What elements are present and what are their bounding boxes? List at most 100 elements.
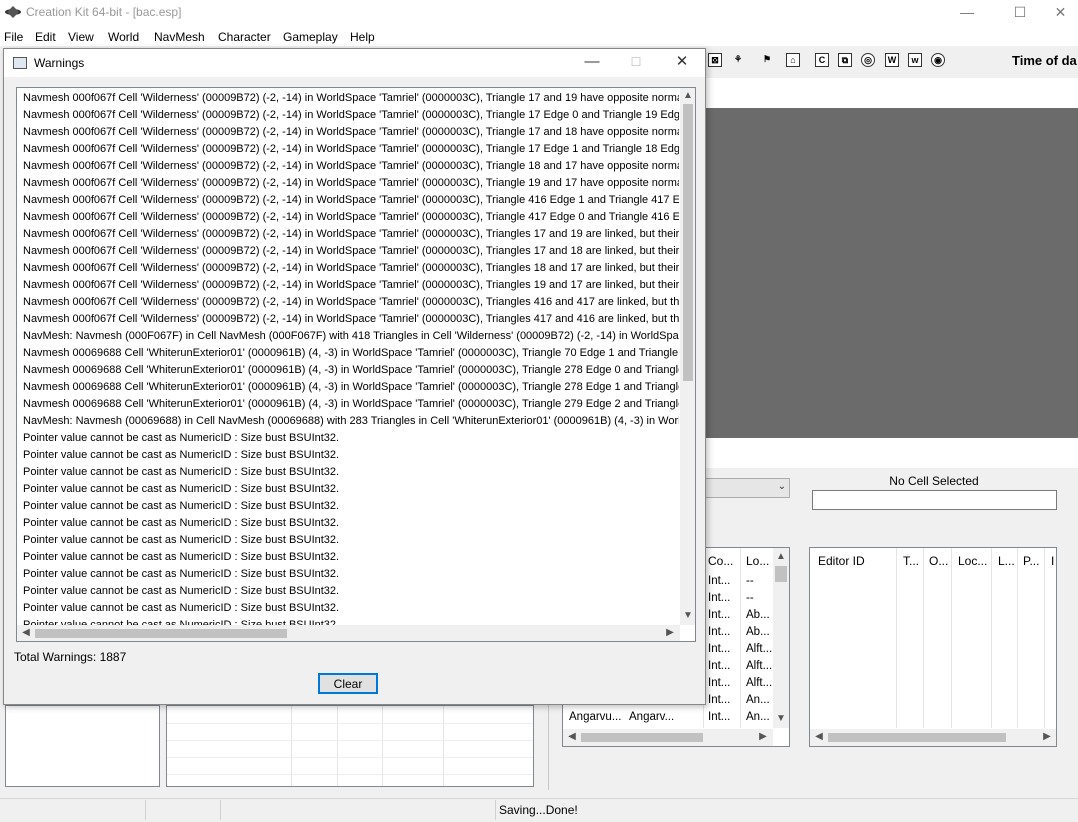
warning-line[interactable]: Navmesh 000f067f Cell 'Wilderness' (0000…	[23, 311, 679, 328]
warning-line[interactable]: Pointer value cannot be cast as NumericI…	[23, 464, 679, 481]
warning-line[interactable]: Pointer value cannot be cast as NumericI…	[23, 566, 679, 583]
scroll-up-icon[interactable]: ▲	[774, 550, 788, 564]
warning-line[interactable]: Pointer value cannot be cast as NumericI…	[23, 430, 679, 447]
warning-line[interactable]: Navmesh 000f067f Cell 'Wilderness' (0000…	[23, 90, 679, 107]
toolbar-weather-icon[interactable]: w	[908, 53, 922, 67]
clear-button[interactable]: Clear	[318, 673, 378, 694]
toolbar-markers-icon[interactable]: ⚘	[731, 53, 745, 67]
warning-line[interactable]: Pointer value cannot be cast as NumericI…	[23, 481, 679, 498]
warning-line[interactable]: Pointer value cannot be cast as NumericI…	[23, 549, 679, 566]
object-list[interactable]: Editor ID T... O... Loc... L... P... I ◀…	[809, 547, 1057, 747]
warnings-list[interactable]: Navmesh 000f067f Cell 'Wilderness' (0000…	[16, 87, 696, 642]
window-icon	[13, 57, 27, 69]
warning-line[interactable]: Navmesh 000f067f Cell 'Wilderness' (0000…	[23, 209, 679, 226]
menu-character[interactable]: Character	[218, 30, 271, 44]
scroll-right-icon[interactable]: ▶	[756, 730, 770, 744]
menu-help[interactable]: Help	[350, 30, 375, 44]
warning-line[interactable]: Navmesh 00069688 Cell 'WhiterunExterior0…	[23, 396, 679, 413]
warning-line[interactable]: Navmesh 000f067f Cell 'Wilderness' (0000…	[23, 294, 679, 311]
scroll-up-icon[interactable]: ▲	[681, 89, 695, 103]
maximize-icon[interactable]: ☐	[997, 0, 1043, 26]
toolbar-home-icon[interactable]: ⌂	[786, 53, 800, 67]
column-header-type[interactable]: T...	[903, 554, 919, 568]
scroll-left-icon[interactable]: ◀	[565, 730, 579, 744]
toolbar-target-icon[interactable]: ◎	[861, 53, 875, 67]
list-item: Int...	[708, 643, 731, 655]
warning-line[interactable]: Navmesh 000f067f Cell 'Wilderness' (0000…	[23, 243, 679, 260]
menu-file[interactable]: File	[4, 30, 23, 44]
warning-line[interactable]: Navmesh 000f067f Cell 'Wilderness' (0000…	[23, 158, 679, 175]
warning-line[interactable]: Pointer value cannot be cast as NumericI…	[23, 447, 679, 464]
toolbar-collision-icon[interactable]: ⊠	[708, 53, 722, 67]
column-header-l[interactable]: L...	[998, 554, 1015, 568]
list-item: Int...	[708, 660, 731, 672]
cell-filter-input[interactable]	[812, 490, 1057, 510]
column-header-lo[interactable]: Lo...	[746, 554, 769, 568]
scrollbar-thumb[interactable]	[828, 733, 1006, 742]
scroll-left-icon[interactable]: ◀	[19, 626, 33, 640]
minimize-icon[interactable]: —	[944, 0, 990, 26]
column-header-co[interactable]: Co...	[708, 554, 733, 568]
list-item: Angarv...	[629, 711, 675, 723]
warning-line[interactable]: Navmesh 00069688 Cell 'WhiterunExterior0…	[23, 345, 679, 362]
warning-line[interactable]: Navmesh 000f067f Cell 'Wilderness' (0000…	[23, 192, 679, 209]
cell-panel-header	[705, 438, 1078, 468]
toolbar-layers-icon[interactable]: ⧉	[838, 53, 852, 67]
warning-line[interactable]: Navmesh 000f067f Cell 'Wilderness' (0000…	[23, 124, 679, 141]
warning-line[interactable]: Pointer value cannot be cast as NumericI…	[23, 515, 679, 532]
scrollbar-thumb[interactable]	[35, 629, 287, 638]
warning-line[interactable]: Pointer value cannot be cast as NumericI…	[23, 583, 679, 600]
scrollbar-thumb[interactable]	[775, 566, 787, 582]
toolbar-flag-icon[interactable]: ⚑	[760, 53, 774, 67]
menu-gameplay[interactable]: Gameplay	[283, 30, 338, 44]
column-header-p[interactable]: P...	[1023, 554, 1039, 568]
close-icon[interactable]: ✕	[1043, 0, 1078, 26]
dialog-title: Warnings	[34, 56, 85, 70]
menu-world[interactable]: World	[108, 30, 139, 44]
scrollbar-thumb[interactable]	[683, 104, 693, 381]
warning-line[interactable]: Pointer value cannot be cast as NumericI…	[23, 532, 679, 549]
column-header-location[interactable]: Loc...	[958, 554, 987, 568]
warning-line[interactable]: NavMesh: Navmesh (00069688) in Cell NavM…	[23, 413, 679, 430]
list-item: Int...	[708, 677, 731, 689]
list-item: Int...	[708, 575, 731, 587]
scroll-down-icon[interactable]: ▼	[774, 712, 788, 726]
column-header-i[interactable]: I	[1051, 554, 1054, 568]
chevron-down-icon[interactable]: ⌄	[775, 478, 789, 498]
scroll-down-icon[interactable]: ▼	[681, 609, 695, 623]
warning-line[interactable]: Navmesh 000f067f Cell 'Wilderness' (0000…	[23, 260, 679, 277]
list-item: Ab...	[746, 609, 770, 621]
render-window[interactable]	[705, 108, 1078, 438]
scrollbar-thumb[interactable]	[581, 733, 703, 742]
warning-line[interactable]: Navmesh 000f067f Cell 'Wilderness' (0000…	[23, 226, 679, 243]
column-header-editor-id[interactable]: Editor ID	[818, 554, 865, 568]
warning-line[interactable]: Navmesh 00069688 Cell 'WhiterunExterior0…	[23, 379, 679, 396]
column-header-ownership[interactable]: O...	[929, 554, 948, 568]
warning-line[interactable]: Navmesh 000f067f Cell 'Wilderness' (0000…	[23, 277, 679, 294]
render-header	[705, 78, 1078, 108]
toolbar-world-icon[interactable]: ◉	[931, 53, 945, 67]
toolbar-c-icon[interactable]: C	[815, 53, 829, 67]
warning-line[interactable]: NavMesh: Navmesh (000F067F) in Cell NavM…	[23, 328, 679, 345]
object-tree-panel[interactable]	[5, 705, 160, 787]
list-item: --	[746, 575, 754, 587]
object-grid-panel[interactable]	[166, 705, 534, 787]
creation-kit-logo-icon	[5, 6, 21, 18]
scroll-right-icon[interactable]: ▶	[1040, 730, 1054, 744]
warning-line[interactable]: Pointer value cannot be cast as NumericI…	[23, 498, 679, 515]
dialog-minimize-icon[interactable]: —	[572, 51, 612, 75]
warning-line[interactable]: Navmesh 000f067f Cell 'Wilderness' (0000…	[23, 107, 679, 124]
list-item: Ab...	[746, 626, 770, 638]
warning-line[interactable]: Navmesh 000f067f Cell 'Wilderness' (0000…	[23, 141, 679, 158]
warning-line[interactable]: Navmesh 000f067f Cell 'Wilderness' (0000…	[23, 175, 679, 192]
scroll-left-icon[interactable]: ◀	[812, 730, 826, 744]
menu-view[interactable]: View	[68, 30, 94, 44]
menu-navmesh[interactable]: NavMesh	[154, 30, 205, 44]
scroll-right-icon[interactable]: ▶	[663, 626, 677, 640]
list-item: --	[746, 592, 754, 604]
toolbar-water-icon[interactable]: W	[885, 53, 899, 67]
warning-line[interactable]: Pointer value cannot be cast as NumericI…	[23, 600, 679, 617]
warning-line[interactable]: Navmesh 00069688 Cell 'WhiterunExterior0…	[23, 362, 679, 379]
dialog-close-icon[interactable]: ✕	[662, 51, 702, 75]
menu-edit[interactable]: Edit	[35, 30, 56, 44]
